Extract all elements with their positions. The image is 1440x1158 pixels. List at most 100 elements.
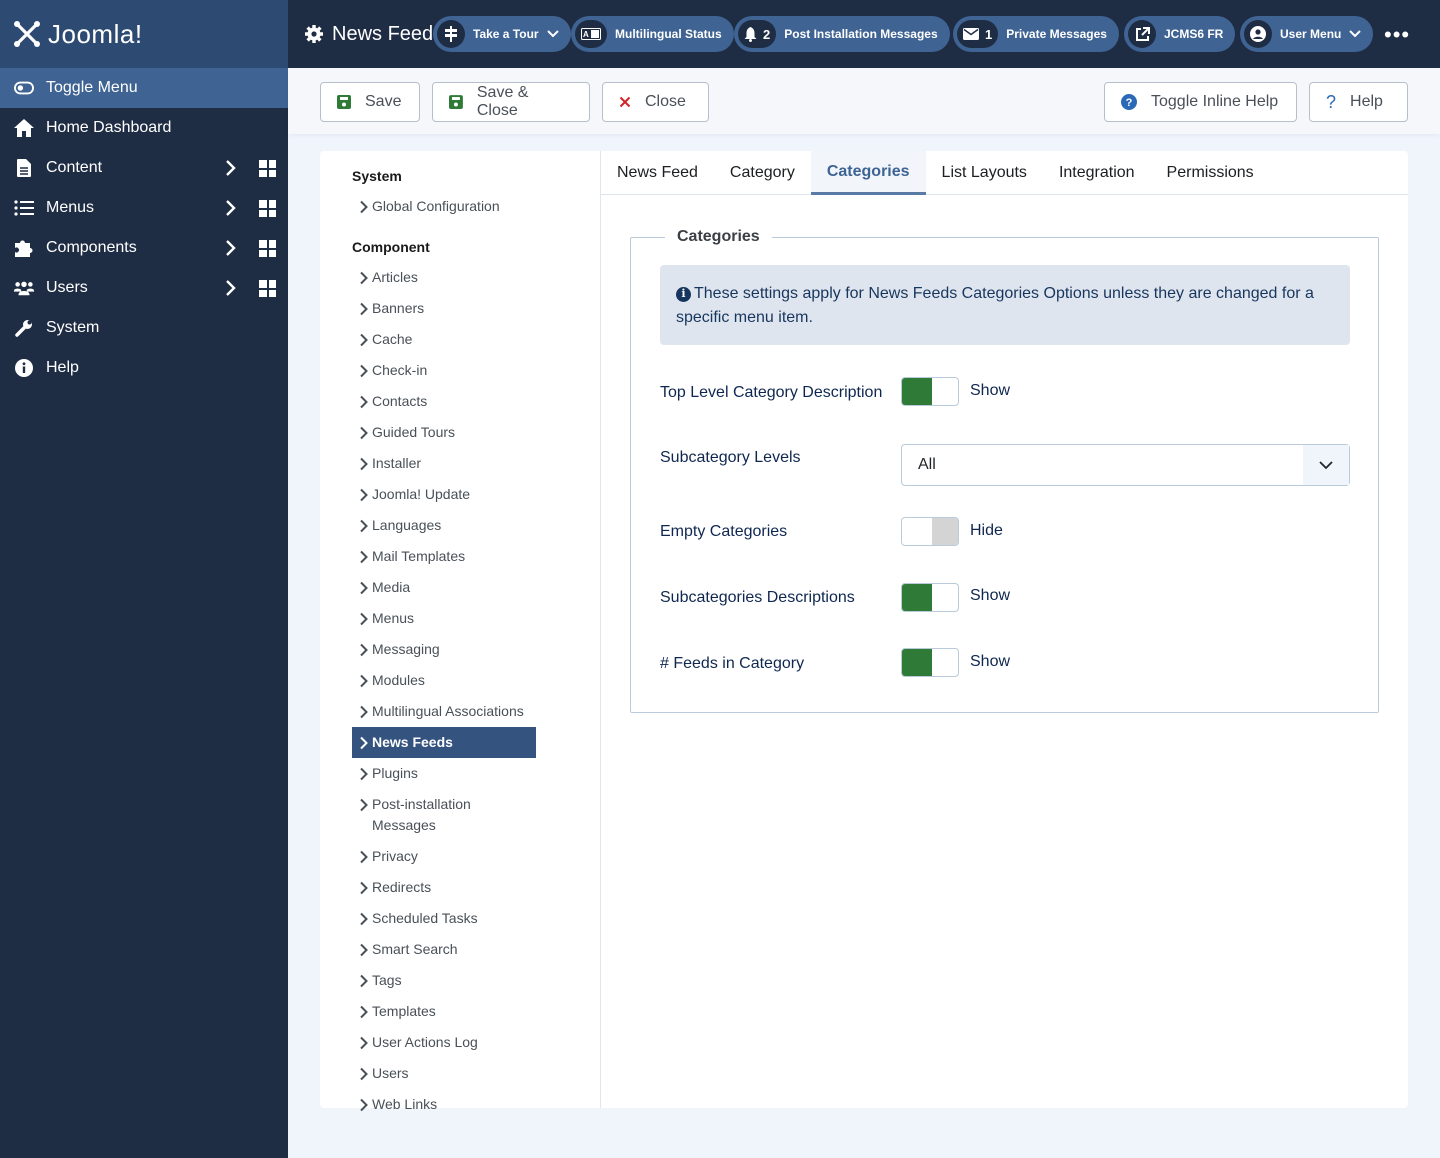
options-nav-link-global-configuration[interactable]: Global Configuration: [352, 191, 536, 222]
post-installation-messages-button[interactable]: 2 Post Installation Messages: [734, 16, 950, 52]
chevron-right-icon: [360, 850, 368, 864]
sidebar-item-menus[interactable]: Menus: [0, 188, 288, 228]
message-count-badge: 1: [957, 20, 999, 48]
options-nav-link-articles[interactable]: Articles: [352, 262, 536, 293]
component-list: Articles Banners Cache Check-in Contacts Guid…: [352, 262, 600, 1120]
options-nav-link-languages[interactable]: Languages: [352, 510, 536, 541]
nav-heading-system: System: [352, 168, 402, 184]
options-nav-link-user-actions-log[interactable]: User Actions Log: [352, 1027, 536, 1058]
sidebar-item-components[interactable]: Components: [0, 228, 288, 268]
sidebar-item-content[interactable]: Content: [0, 148, 288, 188]
options-nav-link-privacy[interactable]: Privacy: [352, 841, 536, 872]
user-menu-button[interactable]: User Menu: [1240, 16, 1374, 52]
field-label-feeds-in-category: # Feeds in Category: [660, 655, 805, 672]
options-nav-link-smart-search[interactable]: Smart Search: [352, 934, 536, 965]
options-nav-link-cache[interactable]: Cache: [352, 324, 536, 355]
chevron-right-icon: [360, 912, 368, 926]
empty-categories-switch[interactable]: [901, 517, 959, 546]
options-nav-link-menus[interactable]: Menus: [352, 603, 536, 634]
top-level-description-switch[interactable]: [901, 377, 959, 406]
options-nav-link-check-in[interactable]: Check-in: [352, 355, 536, 386]
subcategories-descriptions-switch[interactable]: [901, 583, 959, 612]
chevron-right-icon[interactable]: [224, 158, 236, 178]
options-nav-link-plugins[interactable]: Plugins: [352, 758, 536, 789]
save-and-close-button[interactable]: Save & Close: [432, 82, 590, 122]
options-nav-link-scheduled-tasks[interactable]: Scheduled Tasks: [352, 903, 536, 934]
options-panel: System Global Configuration Component Ar…: [320, 151, 1408, 1112]
options-nav-link-users[interactable]: Users: [352, 1058, 536, 1089]
tab-category[interactable]: Category: [714, 151, 811, 195]
dashboard-grid-icon[interactable]: [259, 160, 276, 177]
tab-list-layouts[interactable]: List Layouts: [926, 151, 1043, 195]
options-nav-link-installer[interactable]: Installer: [352, 448, 536, 479]
toggle-inline-help-button[interactable]: ? Toggle Inline Help: [1104, 82, 1297, 122]
multilingual-status-button[interactable]: A Multilingual Status: [571, 16, 734, 52]
save-button[interactable]: Save: [320, 82, 420, 122]
options-nav-link-contacts[interactable]: Contacts: [352, 386, 536, 417]
dashboard-grid-icon[interactable]: [259, 280, 276, 297]
component-options-nav: System Global Configuration Component Ar…: [320, 151, 601, 1112]
options-nav-link-guided-tours[interactable]: Guided Tours: [352, 417, 536, 448]
tab-categories[interactable]: Categories: [810, 151, 926, 195]
chevron-right-icon: [360, 271, 368, 285]
chevron-right-icon: [360, 1005, 368, 1019]
page-title: News Feed:: [304, 0, 439, 68]
options-nav-link-banners[interactable]: Banners: [352, 293, 536, 324]
private-messages-label: Private Messages: [1006, 27, 1107, 41]
options-nav-link-post-installation-messages[interactable]: Post-installation Messages: [352, 789, 536, 841]
feeds-in-category-switch[interactable]: [901, 648, 959, 677]
field-label-top-level-description: Top Level Category Description: [660, 384, 883, 401]
nav-link-label: Guided Tours: [372, 424, 456, 440]
nav-link-label: Articles: [372, 269, 418, 285]
tab-news-feed[interactable]: News Feed: [601, 151, 714, 195]
chevron-right-icon[interactable]: [224, 278, 236, 298]
multilingual-status-label: Multilingual Status: [615, 27, 722, 41]
chevron-right-icon[interactable]: [224, 238, 236, 258]
private-message-count: 1: [985, 26, 993, 42]
options-nav-link-templates[interactable]: Templates: [352, 996, 536, 1027]
save-close-label: Save & Close: [476, 84, 529, 119]
nav-link-label: Banners: [372, 300, 425, 316]
subcategory-levels-select[interactable]: All: [901, 444, 1350, 486]
nav-link-label: Tags: [372, 972, 402, 988]
sidebar-toggle-menu[interactable]: Toggle Menu: [0, 68, 288, 108]
sidebar-item-users[interactable]: Users: [0, 268, 288, 308]
chevron-right-icon: [360, 705, 368, 719]
help-button[interactable]: ? Help: [1309, 82, 1408, 122]
field-label-subcategory-levels: Subcategory Levels: [660, 449, 801, 466]
notification-count-badge: 2: [738, 20, 777, 48]
options-nav-link-mail-templates[interactable]: Mail Templates: [352, 541, 536, 572]
chevron-right-icon: [360, 488, 368, 502]
dashboard-grid-icon[interactable]: [259, 200, 276, 217]
close-label: Close: [645, 93, 686, 110]
toggle-icon: [14, 78, 34, 98]
chevron-right-icon[interactable]: [224, 198, 236, 218]
chevron-right-icon: [360, 333, 368, 347]
sidebar-item-home-dashboard[interactable]: Home Dashboard: [0, 108, 288, 148]
options-nav-link-modules[interactable]: Modules: [352, 665, 536, 696]
post-installation-label: Post Installation Messages: [784, 27, 938, 41]
options-nav-link-media[interactable]: Media: [352, 572, 536, 603]
tab-permissions[interactable]: Permissions: [1151, 151, 1270, 195]
options-nav-link-multilingual-associations[interactable]: Multilingual Associations: [352, 696, 536, 727]
sidebar-item-help[interactable]: Help: [0, 348, 288, 388]
chevron-right-icon: [360, 302, 368, 316]
options-nav-link-news-feeds[interactable]: News Feeds: [352, 727, 536, 758]
options-nav-link-joomla-update[interactable]: Joomla! Update: [352, 479, 536, 510]
more-options-icon[interactable]: •••: [1384, 22, 1410, 48]
options-nav-link-web-links[interactable]: Web Links: [352, 1089, 536, 1120]
tab-integration[interactable]: Integration: [1043, 151, 1151, 195]
options-nav-link-messaging[interactable]: Messaging: [352, 634, 536, 665]
close-button[interactable]: Close: [602, 82, 709, 122]
take-a-tour-button[interactable]: Take a Tour: [433, 16, 571, 52]
site-link-button[interactable]: JCMS6 FR: [1124, 16, 1236, 52]
options-nav-link-tags[interactable]: Tags: [352, 965, 536, 996]
joomla-logo[interactable]: Joomla!: [0, 0, 288, 68]
dashboard-grid-icon[interactable]: [259, 240, 276, 257]
private-messages-button[interactable]: 1 Private Messages: [953, 16, 1119, 52]
external-link-icon: [1128, 20, 1156, 48]
close-icon: [619, 96, 631, 108]
nav-link-label: Check-in: [372, 362, 428, 378]
sidebar-item-system[interactable]: System: [0, 308, 288, 348]
options-nav-link-redirects[interactable]: Redirects: [352, 872, 536, 903]
